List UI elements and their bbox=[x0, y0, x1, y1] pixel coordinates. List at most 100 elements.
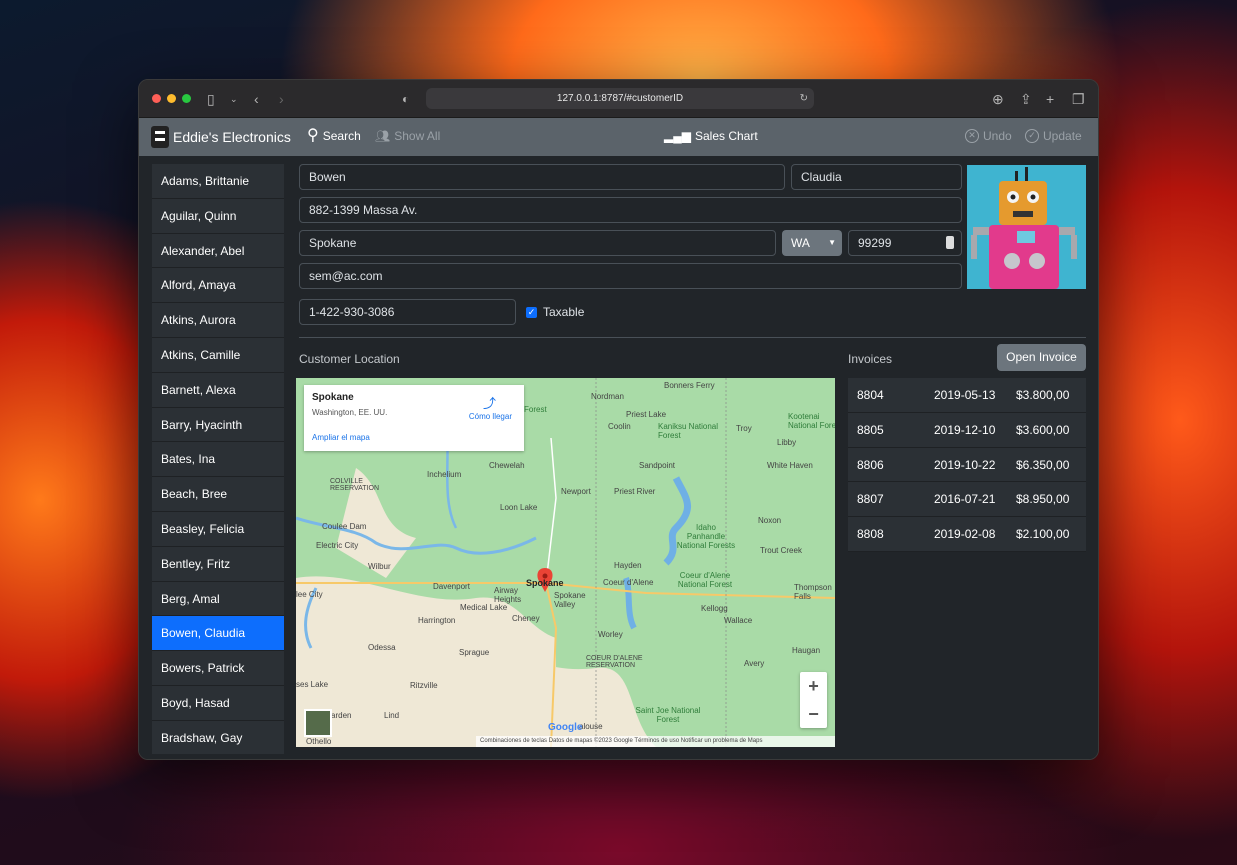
customer-list-item[interactable]: Alford, Amaya bbox=[152, 268, 284, 304]
invoice-row[interactable]: 8808 2019-02-08 $2.100,00 bbox=[848, 517, 1086, 552]
close-window-button[interactable] bbox=[152, 94, 161, 103]
map-place-subtitle: Washington, EE. UU. bbox=[312, 408, 388, 417]
customer-list-item[interactable]: Barry, Hyacinth bbox=[152, 407, 284, 443]
caret-down-icon: ▼ bbox=[828, 238, 836, 247]
enlarge-map-link[interactable]: Ampliar el mapa bbox=[312, 433, 370, 442]
shield-icon[interactable]: ◐ bbox=[402, 89, 409, 109]
brand-logo-icon bbox=[151, 126, 169, 148]
map-label: Chewelah bbox=[489, 461, 525, 470]
share-icon[interactable]: ⇪ bbox=[1020, 89, 1032, 109]
invoice-date: 2019-12-10 bbox=[934, 422, 996, 437]
map-label: Priest River bbox=[614, 487, 656, 496]
satellite-toggle[interactable] bbox=[304, 709, 332, 737]
state-select[interactable]: WA ▼ bbox=[782, 230, 842, 256]
download-icon[interactable]: ⊕ bbox=[992, 89, 1004, 109]
invoice-amount: $6.350,00 bbox=[1016, 457, 1070, 472]
first-name-field[interactable]: Claudia bbox=[791, 164, 962, 190]
invoice-amount: $8.950,00 bbox=[1016, 492, 1070, 507]
city-value: Spokane bbox=[309, 236, 357, 250]
last-name-field[interactable]: Bowen bbox=[299, 164, 785, 190]
customer-list-item[interactable]: Atkins, Camille bbox=[152, 337, 284, 373]
minimize-window-button[interactable] bbox=[167, 94, 176, 103]
zip-field[interactable]: 99299 bbox=[848, 230, 962, 256]
map-label: Troy bbox=[736, 424, 752, 433]
sales-chart-nav-button[interactable]: ▂▄▆ Sales Chart bbox=[664, 129, 758, 143]
chevron-down-icon[interactable]: ⌄ bbox=[230, 89, 238, 109]
invoice-row[interactable]: 8804 2019-05-13 $3.800,00 bbox=[848, 378, 1086, 413]
back-icon[interactable]: ‹ bbox=[254, 89, 259, 109]
map-label: Bonners Ferry bbox=[664, 381, 715, 390]
undo-nav-button[interactable]: ✕ Undo bbox=[965, 129, 1012, 143]
zip-value: 99299 bbox=[858, 236, 892, 250]
customer-list-item[interactable]: Beach, Bree bbox=[152, 477, 284, 512]
invoice-date: 2019-02-08 bbox=[934, 527, 996, 542]
stepper-icon[interactable] bbox=[946, 236, 954, 249]
forward-icon[interactable]: › bbox=[279, 89, 284, 109]
address-bar[interactable]: 127.0.0.1:8787/#customerID ↻ bbox=[426, 88, 814, 109]
customer-list-item[interactable]: Aguilar, Quinn bbox=[152, 198, 284, 234]
map-label: Ritzville bbox=[410, 681, 438, 690]
taxable-label: Taxable bbox=[543, 305, 585, 319]
map-label: Spokane bbox=[526, 578, 564, 588]
map-label: Wilbur bbox=[368, 562, 391, 571]
city-field[interactable]: Spokane bbox=[299, 230, 776, 256]
map-label: Trout Creek bbox=[760, 546, 802, 555]
map-label: Coulee Dam bbox=[322, 522, 367, 531]
customer-list-item[interactable]: Boyd, Hasad bbox=[152, 685, 284, 721]
map-label: Coeur d'Alene bbox=[603, 578, 654, 587]
phone-value: 1-422-930-3086 bbox=[309, 305, 395, 319]
invoice-id: 8806 bbox=[857, 457, 884, 472]
email-value: sem@ac.com bbox=[309, 269, 383, 283]
zoom-in-button[interactable]: + bbox=[800, 672, 827, 700]
taxable-checkbox[interactable]: ✓ Taxable bbox=[526, 305, 584, 319]
map-label: ses Lake bbox=[296, 680, 329, 689]
sidebar-toggle-icon[interactable]: ▯ bbox=[207, 89, 215, 109]
map-label: alouse bbox=[579, 722, 603, 731]
directions-icon[interactable]: ⤴ bbox=[483, 393, 496, 412]
checkmark-icon: ✓ bbox=[526, 306, 537, 318]
invoice-table[interactable]: 8804 2019-05-13 $3.800,00 8805 2019-12-10 $3.… bbox=[848, 378, 1086, 552]
customer-list-item[interactable]: Alexander, Abel bbox=[152, 233, 284, 269]
update-nav-button[interactable]: ✓ Update bbox=[1025, 129, 1082, 143]
email-field[interactable]: sem@ac.com bbox=[299, 263, 962, 289]
customer-list-item[interactable]: Barnett, Alexa bbox=[152, 372, 284, 408]
customer-list[interactable]: Adams, Brittanie Aguilar, Quinn Alexander,… bbox=[152, 164, 284, 754]
customer-list-item[interactable]: Berg, Amal bbox=[152, 581, 284, 617]
open-invoice-button[interactable]: Open Invoice bbox=[997, 344, 1086, 371]
undo-nav-label: Undo bbox=[983, 129, 1012, 143]
invoice-row[interactable]: 8805 2019-12-10 $3.600,00 bbox=[848, 412, 1086, 448]
invoice-date: 2016-07-21 bbox=[934, 492, 996, 507]
map-label: Saint Joe National Forest bbox=[635, 706, 701, 724]
zoom-window-button[interactable] bbox=[182, 94, 191, 103]
customer-list-item[interactable]: Adams, Brittanie bbox=[152, 164, 284, 199]
reload-icon[interactable]: ↻ bbox=[800, 88, 808, 109]
address-field[interactable]: 882-1399 Massa Av. bbox=[299, 197, 962, 223]
map-label: Forest bbox=[524, 405, 547, 414]
map-attribution[interactable]: Combinaciones de teclas Datos de mapas ©… bbox=[476, 736, 835, 747]
tabs-overview-icon[interactable]: ❐ bbox=[1072, 89, 1085, 109]
map-label: Thompson Falls bbox=[794, 583, 832, 601]
new-tab-icon[interactable]: + bbox=[1046, 89, 1054, 109]
invoice-row[interactable]: 8807 2016-07-21 $8.950,00 bbox=[848, 482, 1086, 518]
customer-list-item[interactable]: Bowen, Claudia bbox=[152, 616, 284, 652]
map-label: Harrington bbox=[418, 616, 456, 625]
search-nav-button[interactable]: ⚲ Search bbox=[307, 128, 361, 144]
phone-field[interactable]: 1-422-930-3086 bbox=[299, 299, 516, 325]
people-icon: 👥︎ bbox=[375, 129, 391, 143]
map-zoom-controls: + − bbox=[800, 672, 827, 728]
directions-link[interactable]: Cómo llegar bbox=[469, 412, 512, 421]
customer-list-item[interactable]: Bates, Ina bbox=[152, 442, 284, 478]
map-label: Wallace bbox=[724, 616, 753, 625]
zoom-out-button[interactable]: − bbox=[800, 700, 827, 728]
brand[interactable]: Eddie's Electronics bbox=[151, 126, 291, 148]
customer-map[interactable]: Spokane Washington, EE. UU. ⤴ Cómo llega… bbox=[296, 378, 835, 747]
customer-list-item[interactable]: Beasley, Felicia bbox=[152, 511, 284, 547]
customer-list-item[interactable]: Bowers, Patrick bbox=[152, 651, 284, 686]
invoice-row[interactable]: 8806 2019-10-22 $6.350,00 bbox=[848, 447, 1086, 483]
customer-list-item[interactable]: Bentley, Fritz bbox=[152, 546, 284, 582]
map-label: COEUR D'ALENE RESERVATION bbox=[586, 655, 643, 669]
customer-list-item[interactable]: Bradshaw, Gay bbox=[152, 720, 284, 754]
show-all-nav-button[interactable]: 👥︎ Show All bbox=[375, 129, 440, 143]
invoice-amount: $3.800,00 bbox=[1016, 388, 1070, 402]
customer-list-item[interactable]: Atkins, Aurora bbox=[152, 303, 284, 338]
